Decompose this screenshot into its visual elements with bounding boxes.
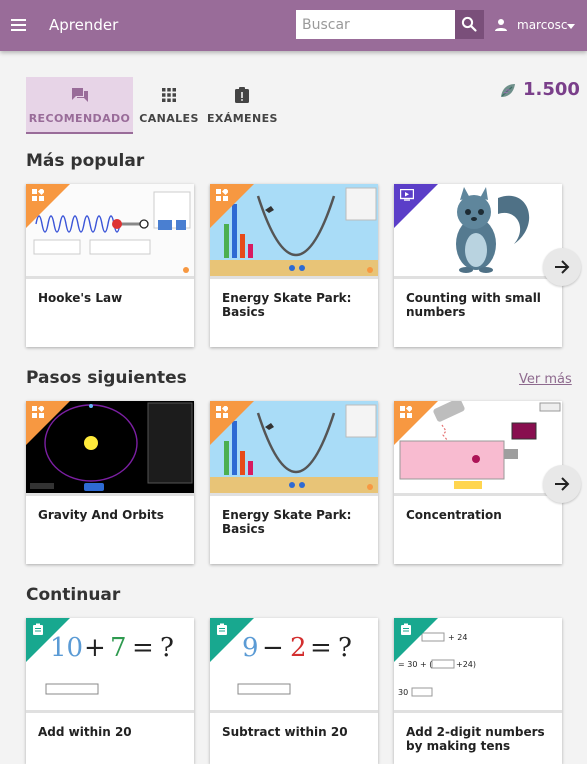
app-header: Aprender marcosc xyxy=(0,0,587,51)
card-title: Subtract within 20 xyxy=(222,725,348,739)
tab-label: CANALES xyxy=(139,112,199,125)
chevron-down-icon xyxy=(567,24,575,29)
search-button[interactable] xyxy=(455,10,484,39)
card-title: Energy Skate Park: Basics xyxy=(222,291,352,319)
thumbnail-divider xyxy=(210,493,378,496)
equation-line: + 24 xyxy=(448,633,467,642)
assignment-late-icon xyxy=(235,87,249,103)
menu-icon[interactable] xyxy=(9,15,29,35)
content-card[interactable]: Hooke's Law xyxy=(26,184,194,347)
thumbnail-divider xyxy=(394,493,562,496)
card-title: Add 2-digit numbers by making tens xyxy=(406,725,545,753)
thumbnail-divider xyxy=(210,710,378,713)
card-title: Add within 20 xyxy=(38,725,132,739)
points-display: 1.500 xyxy=(499,79,580,103)
video-icon xyxy=(400,189,414,201)
equation-term: + xyxy=(84,633,106,663)
thumbnail-divider xyxy=(394,276,562,279)
person-icon xyxy=(495,19,507,31)
app-title: Aprender xyxy=(49,16,119,34)
section-title-next-steps: Pasos siguientes xyxy=(26,368,187,388)
card-title: Gravity And Orbits xyxy=(38,508,164,522)
equation-term: 2 xyxy=(290,633,307,663)
forum-icon xyxy=(71,88,88,102)
equation-term: 7 xyxy=(110,633,127,663)
tab-examenes[interactable]: EXÁMENES xyxy=(207,77,277,134)
assignment-icon xyxy=(217,623,227,635)
content-card[interactable]: 10 + 7 = ? Add within 20 xyxy=(26,618,194,764)
assignment-icon xyxy=(401,623,411,635)
assignment-icon xyxy=(33,623,43,635)
content-card[interactable]: Energy Skate Park: Basics xyxy=(210,401,378,564)
card-title: Concentration xyxy=(406,508,502,522)
widgets-icon xyxy=(400,406,412,418)
tab-label: EXÁMENES xyxy=(207,112,278,125)
widgets-icon xyxy=(216,406,228,418)
section-title-continue: Continuar xyxy=(26,585,121,605)
content-card[interactable]: Energy Skate Park: Basics xyxy=(210,184,378,347)
points-value: 1.500 xyxy=(523,79,580,100)
thumbnail-divider xyxy=(26,710,194,713)
apps-grid-icon xyxy=(162,88,176,102)
thumbnail-divider xyxy=(26,276,194,279)
content-card[interactable]: 30 + + 24 = 30 + ( +24) 30 + Add 2-digit… xyxy=(394,618,562,764)
widgets-icon xyxy=(32,406,44,418)
search-input[interactable] xyxy=(296,10,455,39)
widgets-icon xyxy=(32,189,44,201)
user-name: marcosc xyxy=(517,18,568,32)
content-card[interactable]: Gravity And Orbits xyxy=(26,401,194,564)
see-more-link[interactable]: Ver más xyxy=(519,372,572,387)
tab-recomendado[interactable]: RECOMENDADO xyxy=(26,77,133,134)
tab-canales[interactable]: CANALES xyxy=(138,77,200,134)
thumbnail-divider xyxy=(394,710,562,713)
content-card[interactable]: 9 − 2 = ? Subtract within 20 xyxy=(210,618,378,764)
widgets-icon xyxy=(216,189,228,201)
equation-term: − xyxy=(262,633,284,663)
content-card[interactable]: Concentration xyxy=(394,401,562,564)
equation-term: = xyxy=(132,633,154,663)
carousel-next-button[interactable] xyxy=(543,248,581,286)
card-title: Counting with small numbers xyxy=(406,291,541,319)
thumbnail-divider xyxy=(26,493,194,496)
points-leaf-icon xyxy=(501,84,515,97)
carousel-next-button[interactable] xyxy=(543,465,581,503)
search-icon xyxy=(461,16,477,32)
equation-term: ? xyxy=(160,633,174,663)
arrow-forward-icon xyxy=(555,477,570,491)
equation-line: +24) xyxy=(456,660,476,669)
user-menu[interactable]: marcosc xyxy=(493,15,583,37)
card-title: Energy Skate Park: Basics xyxy=(222,508,352,536)
equation-term: = xyxy=(310,633,332,663)
arrow-forward-icon xyxy=(555,260,570,274)
card-title: Hooke's Law xyxy=(38,291,123,305)
thumbnail-divider xyxy=(210,276,378,279)
tab-label: RECOMENDADO xyxy=(28,112,131,125)
equation-term: ? xyxy=(338,633,352,663)
section-title-popular: Más popular xyxy=(26,151,145,171)
content-card[interactable]: Counting with small numbers xyxy=(394,184,562,347)
